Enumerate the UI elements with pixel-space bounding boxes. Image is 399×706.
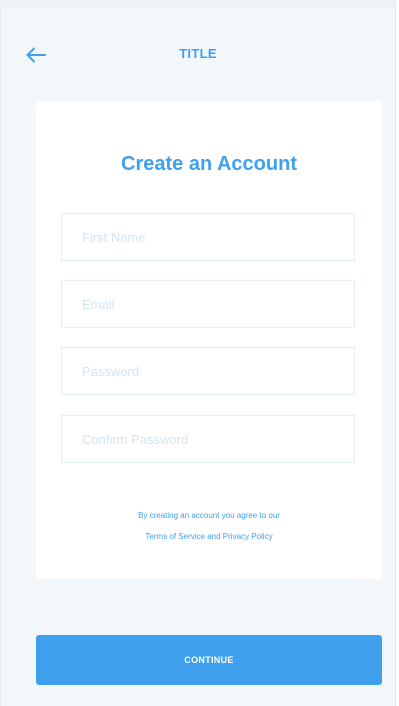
form-heading: Create an Account: [121, 153, 297, 175]
password-field[interactable]: [61, 347, 355, 395]
page-title: TITLE: [179, 46, 217, 61]
app-screen: TITLE Create an Account By creating an a…: [0, 0, 396, 706]
first-name-field[interactable]: [61, 213, 355, 261]
email-field[interactable]: [61, 280, 355, 328]
status-bar: [1, 0, 395, 8]
terms-privacy-link[interactable]: Terms of Service and Privacy Policy: [36, 532, 382, 541]
app-header: TITLE: [1, 30, 395, 80]
confirm-password-field[interactable]: [61, 415, 355, 463]
signup-card: Create an Account By creating an account…: [36, 101, 382, 579]
continue-button[interactable]: CONTINUE: [36, 635, 382, 685]
legal-text: By creating an account you agree to our: [138, 511, 280, 520]
